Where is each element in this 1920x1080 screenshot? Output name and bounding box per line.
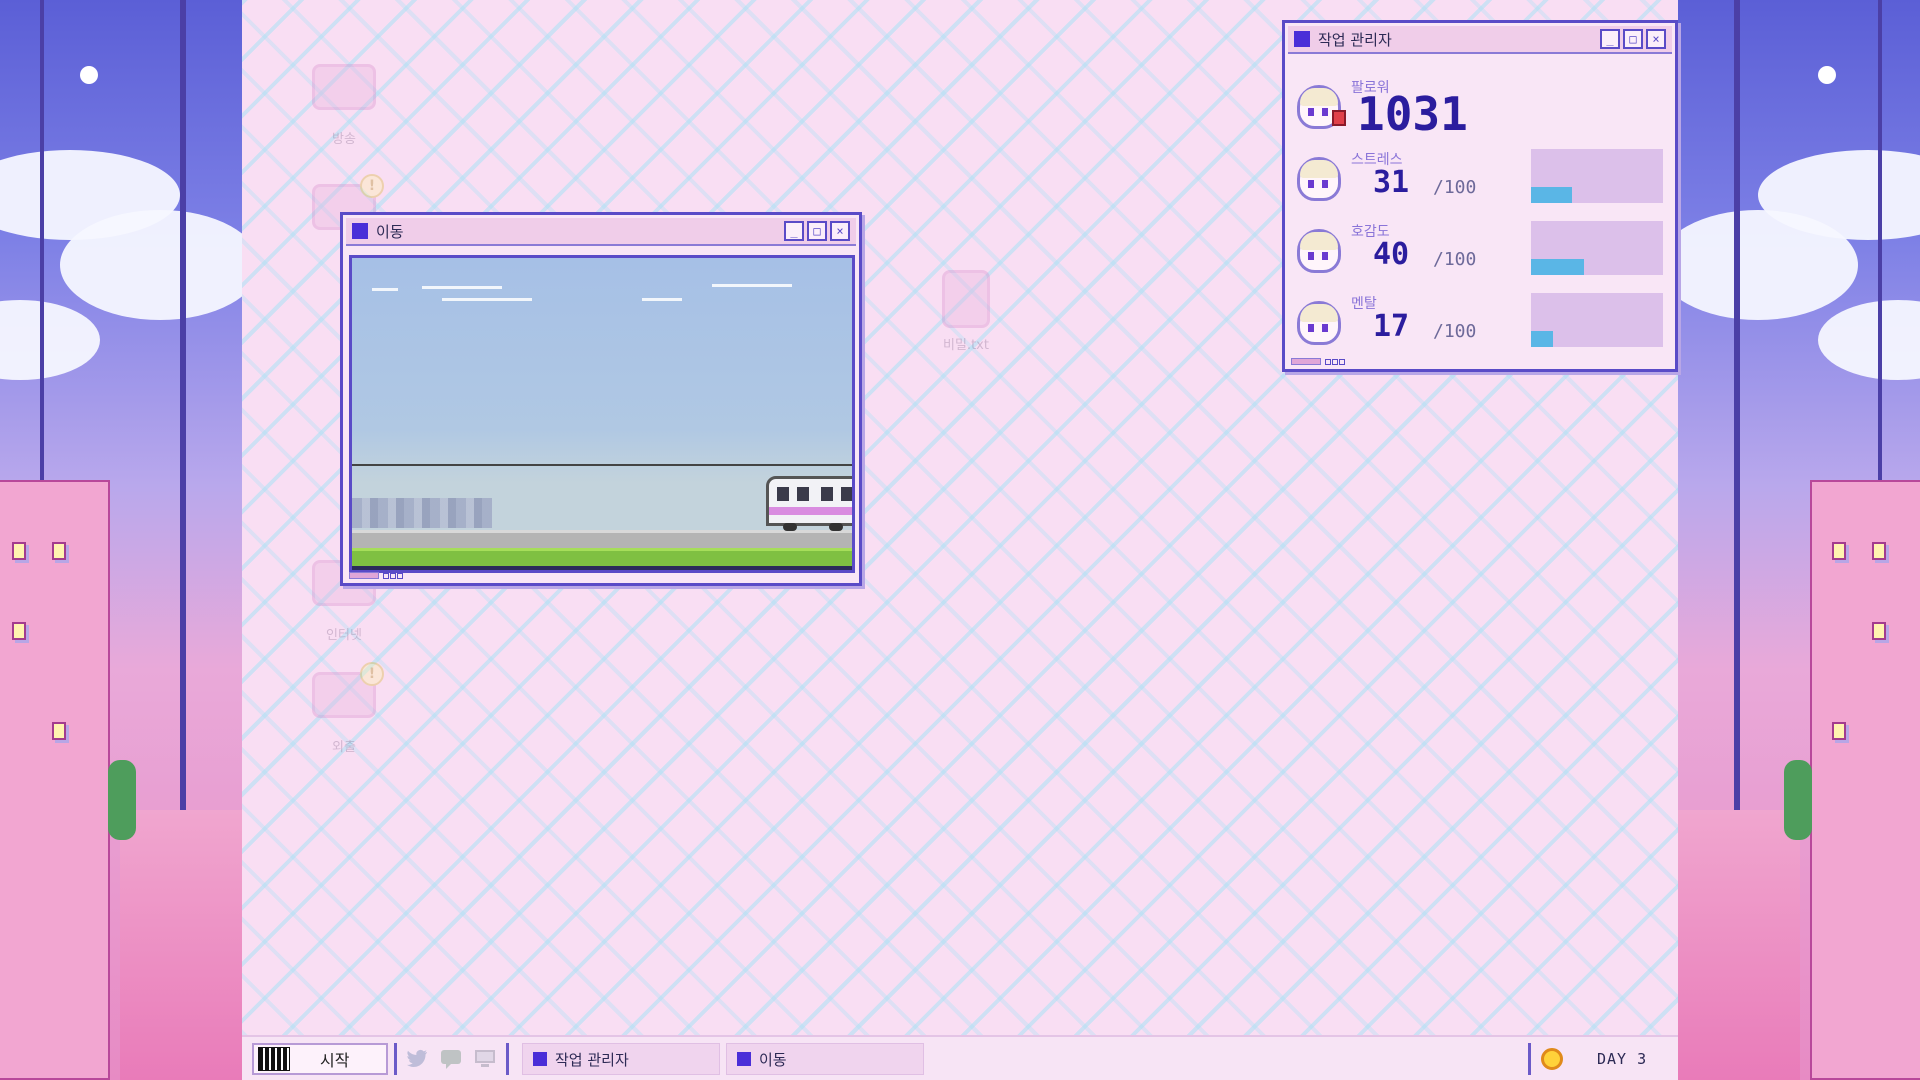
taskbar-task-label: 이동 [759, 1050, 787, 1069]
broadcast-icon [312, 64, 376, 110]
stat-bar [1531, 149, 1663, 203]
twitter-icon[interactable] [404, 1047, 430, 1071]
maximize-button[interactable]: □ [807, 221, 827, 241]
travel-window-titlebar[interactable]: 이동 _ □ × [346, 218, 856, 246]
window-app-icon [533, 1052, 547, 1066]
desktop-icon-broadcast[interactable]: 방송 [298, 64, 390, 147]
stat-max: /100 [1433, 249, 1477, 270]
computer-icon[interactable] [472, 1047, 498, 1071]
taskbar: 시작 작업 관리자 이동 DAY 3 [242, 1035, 1678, 1080]
window-app-icon [737, 1052, 751, 1066]
taskbar-task-label: 작업 관리자 [555, 1050, 629, 1069]
alert-badge: ! [360, 662, 384, 686]
day-label: DAY 3 [1597, 1050, 1648, 1068]
phone-icon [1332, 110, 1346, 126]
train-scene [349, 255, 855, 573]
chat-icon[interactable] [438, 1047, 464, 1071]
desktop: 방송 ! 비밀.txt 인터넷 ! 외출 이동 _ □ × 작업 관리자 _ □… [242, 0, 1678, 1035]
maximize-button[interactable]: □ [1623, 29, 1643, 49]
stat-bar [1531, 293, 1663, 347]
moon-icon [1818, 66, 1836, 84]
start-label: 시작 [320, 1051, 350, 1070]
task-manager-title: 작업 관리자 [1318, 30, 1392, 49]
stat-max: /100 [1433, 177, 1477, 198]
day-indicator: DAY 3 [1528, 1043, 1668, 1075]
stat-max: /100 [1433, 321, 1477, 342]
left-scenery [0, 0, 242, 1080]
text-file-icon [942, 270, 990, 328]
avatar [1297, 157, 1341, 201]
stat-value: 17 [1373, 309, 1410, 344]
task-manager-titlebar[interactable]: 작업 관리자 _ □ × [1288, 26, 1672, 54]
start-button[interactable]: 시작 [252, 1043, 388, 1075]
stat-row-stress: 스트레스 31 /100 [1295, 149, 1667, 209]
window-app-icon [352, 223, 368, 239]
window-status-bar [1291, 358, 1346, 365]
task-manager-window[interactable]: 작업 관리자 _ □ × 팔로워 1031 스트레스 31 /100 호감도 4… [1282, 20, 1678, 372]
start-logo-icon [258, 1047, 290, 1071]
moon-icon [80, 66, 98, 84]
travel-window-title: 이동 [376, 222, 404, 241]
stat-bar [1531, 221, 1663, 275]
stat-value: 31 [1373, 165, 1410, 200]
stat-row-affection: 호감도 40 /100 [1295, 221, 1667, 281]
avatar [1297, 229, 1341, 273]
travel-window[interactable]: 이동 _ □ × [340, 212, 862, 586]
close-button[interactable]: × [1646, 29, 1666, 49]
minimize-button[interactable]: _ [784, 221, 804, 241]
followers-count: 1031 [1357, 87, 1468, 141]
desktop-icon-outing[interactable]: ! 외출 [298, 662, 390, 755]
grass [352, 548, 852, 566]
followers-row: 팔로워 1031 [1295, 77, 1667, 137]
right-scenery [1678, 0, 1920, 1080]
minimize-button[interactable]: _ [1600, 29, 1620, 49]
close-button[interactable]: × [830, 221, 850, 241]
taskbar-task-manager[interactable]: 작업 관리자 [522, 1043, 720, 1075]
alert-badge: ! [360, 174, 384, 198]
taskbar-travel[interactable]: 이동 [726, 1043, 924, 1075]
window-app-icon [1294, 31, 1310, 47]
train [766, 476, 852, 531]
city-skyline [352, 498, 492, 528]
window-status-bar [349, 572, 404, 579]
avatar [1297, 301, 1341, 345]
stat-value: 40 [1373, 237, 1410, 272]
sun-icon [1541, 1048, 1563, 1070]
platform [352, 530, 852, 548]
desktop-icon-secret-txt[interactable]: 비밀.txt [920, 270, 1012, 353]
stat-row-mental: 멘탈 17 /100 [1295, 293, 1667, 353]
avatar [1297, 85, 1346, 129]
